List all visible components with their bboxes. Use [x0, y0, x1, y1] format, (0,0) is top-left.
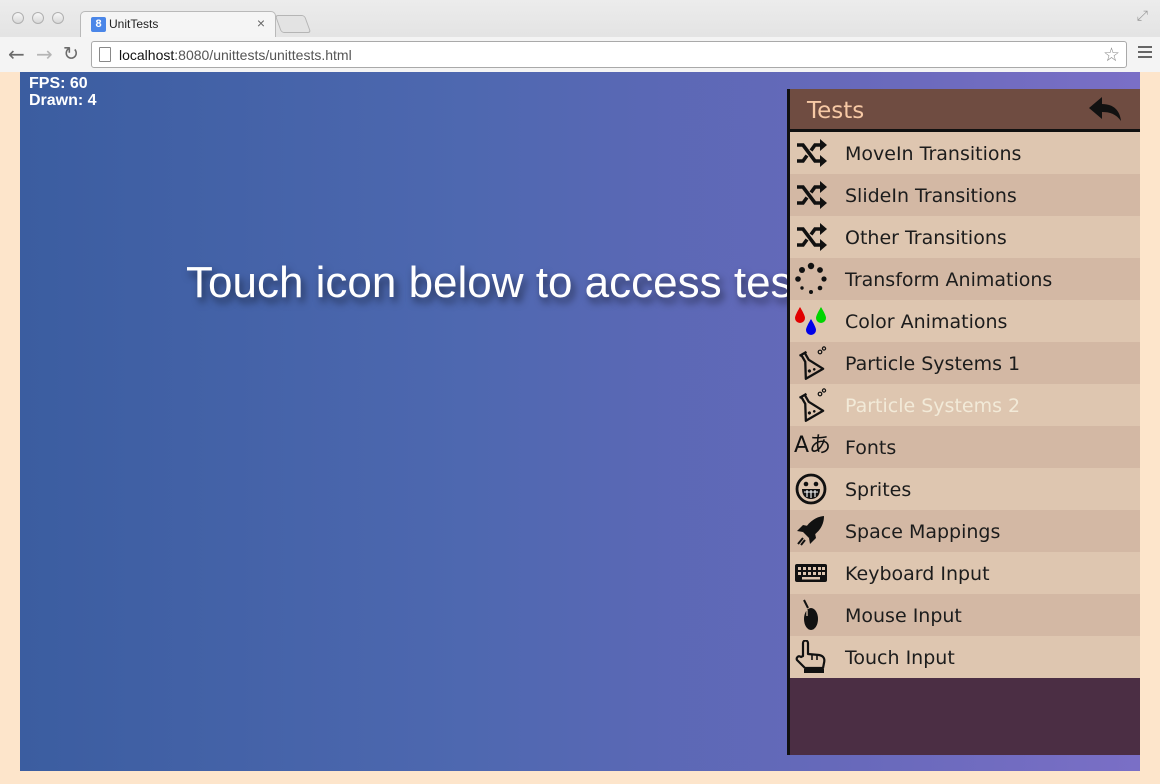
reload-icon[interactable]: ↻ [63, 42, 79, 66]
page-icon [99, 47, 111, 62]
fps-label: FPS: 60 [29, 75, 88, 92]
browser-tab[interactable]: 8 UnitTests × [80, 11, 276, 37]
menu-item-other-transitions[interactable]: Other Transitions [790, 216, 1140, 258]
menu-item-label: Mouse Input [845, 605, 962, 627]
tests-menu-list: MoveIn Transitions SlideIn Transitions Oth… [790, 132, 1140, 678]
tests-menu-title: Tests [807, 98, 865, 124]
menu-item-label: SlideIn Transitions [845, 185, 1017, 207]
menu-item-label: Other Transitions [845, 227, 1007, 249]
menu-item-color-animations[interactable]: Color Animations [790, 300, 1140, 342]
url-text: localhost:8080/unittests/unittests.html [119, 47, 352, 63]
menu-item-movein-transitions[interactable]: MoveIn Transitions [790, 132, 1140, 174]
tab-title: UnitTests [109, 17, 159, 31]
menu-item-transform-animations[interactable]: Transform Animations [790, 258, 1140, 300]
menu-item-keyboard-input[interactable]: Keyboard Input [790, 552, 1140, 594]
menu-item-label: Keyboard Input [845, 563, 990, 585]
menu-item-label: Touch Input [845, 647, 955, 669]
touch-instruction: Touch icon below to access tests [186, 258, 827, 307]
menu-item-touch-input[interactable]: Touch Input [790, 636, 1140, 678]
menu-item-label: Transform Animations [845, 269, 1053, 291]
menu-item-particle-systems-2[interactable]: Particle Systems 2 [790, 384, 1140, 426]
tests-menu-header: Tests [790, 89, 1140, 132]
browser-chrome: 8 UnitTests × ⤢ ← → ↻ localhost:8080/uni… [0, 0, 1160, 72]
favicon-icon: 8 [91, 17, 106, 32]
tab-close-icon[interactable]: × [257, 15, 265, 31]
menu-item-sprites[interactable]: Sprites [790, 468, 1140, 510]
minimize-window-button[interactable] [32, 12, 44, 24]
menu-item-label: Color Animations [845, 311, 1008, 333]
close-window-button[interactable] [12, 12, 24, 24]
menu-item-label: Particle Systems 2 [845, 395, 1021, 417]
font-glyph-icon: Aあ [794, 433, 832, 458]
fullscreen-icon[interactable]: ⤢ [1137, 8, 1148, 24]
back-arrow-icon[interactable]: ← [8, 42, 25, 66]
menu-item-label: Fonts [845, 437, 897, 459]
forward-arrow-icon[interactable]: → [36, 42, 53, 66]
menu-item-space-mappings[interactable]: Space Mappings [790, 510, 1140, 552]
menu-item-particle-systems-1[interactable]: Particle Systems 1 [790, 342, 1140, 384]
menu-item-label: Space Mappings [845, 521, 1001, 543]
menu-item-mouse-input[interactable]: Mouse Input [790, 594, 1140, 636]
menu-item-label: Sprites [845, 479, 912, 501]
browser-toolbar: ← → ↻ localhost:8080/unittests/unittests… [0, 37, 1160, 72]
menu-item-slidein-transitions[interactable]: SlideIn Transitions [790, 174, 1140, 216]
zoom-window-button[interactable] [52, 12, 64, 24]
drawn-label: Drawn: 4 [29, 92, 97, 109]
bookmark-star-icon[interactable]: ☆ [1103, 44, 1120, 66]
tests-menu: Tests MoveIn Transitions SlideIn Transiti… [787, 89, 1140, 755]
menu-item-fonts[interactable]: Aあ Fonts [790, 426, 1140, 468]
reply-arrow-icon[interactable] [1088, 96, 1122, 122]
menu-item-label: Particle Systems 1 [845, 353, 1021, 375]
new-tab-button[interactable] [274, 15, 312, 33]
address-bar[interactable]: localhost:8080/unittests/unittests.html … [91, 41, 1127, 68]
stats-overlay: FPS: 60 Drawn: 4 [29, 75, 97, 109]
browser-menu-icon[interactable] [1138, 46, 1152, 61]
menu-item-label: MoveIn Transitions [845, 143, 1022, 165]
